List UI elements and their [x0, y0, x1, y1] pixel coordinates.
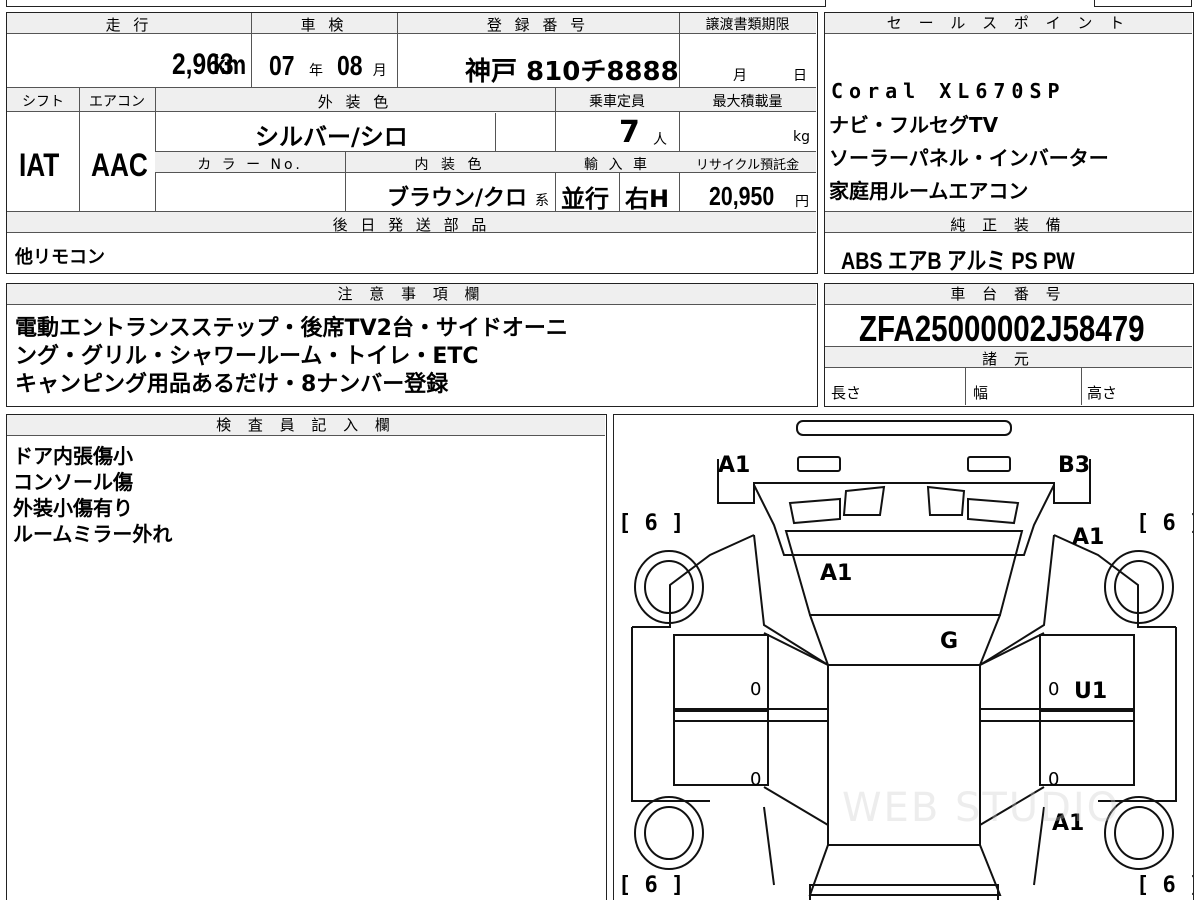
- sales-point-line: ソーラーパネル・インバーター: [829, 146, 1109, 170]
- interior-color-value: ブラウン/クロ: [387, 186, 528, 211]
- notes-line: 電動エントランスステップ・後席TV2台・サイドオーニ: [15, 316, 568, 341]
- capacity-label: 乗車定員: [589, 94, 645, 110]
- registration-number: 神戸 810チ8888: [465, 57, 679, 87]
- shift-value: IAT: [19, 147, 60, 183]
- mark-windshield: A1: [820, 561, 853, 586]
- import-label: 輸 入 車: [584, 157, 650, 173]
- parts-value: 他リモコン: [15, 247, 105, 268]
- mark-right-door: U1: [1074, 679, 1108, 704]
- shift-label: シフト: [22, 94, 64, 110]
- transfer-deadline-label: 譲渡書類期限: [705, 17, 790, 33]
- vehicle-info-table: 走 行 車 検 登 録 番 号 譲渡書類期限 2,963 km 07 年 08 月 …: [6, 12, 818, 274]
- equipment-items: ABS エアB アルミ PS PW: [841, 248, 1075, 275]
- equipment-label: 純 正 装 備: [950, 216, 1067, 234]
- bracket-label-front-right: [ 6 ]: [1136, 511, 1193, 536]
- chassis-box: 車 台 番 号 ZFA25000002J58479 諸 元 長さ 幅 高さ: [824, 283, 1194, 407]
- transfer-day: 日: [793, 68, 807, 84]
- notes-line: キャンピング用品あるだけ・8ナンバー登録: [15, 372, 449, 397]
- recycle-label: リサイクル預託金: [695, 158, 800, 173]
- mark-roof: G: [940, 629, 959, 654]
- mark-left-rear-door: 0: [750, 769, 762, 790]
- top-cut-strip: [0, 0, 1200, 8]
- notes-label: 注 意 事 項 欄: [7, 284, 816, 305]
- shaken-date: 07 年 08 月: [269, 50, 387, 81]
- inspector-label: 検 査 員 記 入 欄: [7, 415, 605, 436]
- height-label: 高さ: [1087, 384, 1118, 402]
- exterior-color-value: シルバー/シロ: [255, 123, 408, 151]
- sales-point-line: ナビ・フルセグTV: [829, 113, 999, 137]
- sales-points-box: セ ー ル ス ポ イ ン ト Coral XL670SP ナビ・フルセグTV …: [824, 12, 1194, 275]
- length-label: 長さ: [831, 384, 862, 402]
- capacity-unit: 人: [653, 132, 667, 148]
- registration-label: 登 録 番 号: [486, 16, 590, 34]
- transfer-month: 月: [733, 68, 747, 84]
- notes-box: 注 意 事 項 欄 電動エントランスステップ・後席TV2台・サイドオーニ ング・…: [6, 283, 818, 407]
- notes-line: ング・グリル・シャワールーム・トイレ・ETC: [15, 344, 479, 369]
- color-no-label: カ ラ ー No.: [197, 157, 303, 173]
- recycle-fee: 20,950: [709, 181, 775, 211]
- watermark: WEB STUDIO: [842, 785, 1121, 831]
- specs-label: 諸 元: [982, 350, 1035, 368]
- mileage-label: 走 行: [105, 16, 153, 34]
- bracket-label-rear-right: [ 6 ]: [1136, 873, 1193, 898]
- capacity-value: 7: [619, 115, 640, 150]
- chassis-number: ZFA25000002J58479: [859, 308, 1145, 349]
- mark-right-front-fender: A1: [1072, 525, 1105, 550]
- shaken-label: 車 検: [300, 16, 348, 34]
- exterior-color-label: 外 装 色: [317, 93, 393, 111]
- inspector-line: ドア内張傷小: [13, 444, 133, 468]
- steering-side: 右H: [625, 185, 670, 213]
- inspector-line: コンソール傷: [13, 470, 133, 494]
- mark-right-front-door: 0: [1048, 679, 1060, 700]
- interior-color-label: 内 装 色: [414, 157, 486, 173]
- ac-value: AAC: [91, 147, 148, 183]
- inspector-line: ルームミラー外れ: [13, 522, 173, 546]
- interior-suffix: 系: [535, 193, 549, 209]
- bracket-label-front-left: [ 6 ]: [618, 511, 685, 536]
- inspector-box: 検 査 員 記 入 欄 ドア内張傷小 コンソール傷 外装小傷有り ルームミラー外…: [6, 414, 607, 900]
- mileage-unit: km: [213, 49, 247, 80]
- sales-point-line: Coral XL670SP: [831, 79, 1066, 103]
- ac-label: エアコン: [89, 94, 145, 110]
- width-label: 幅: [973, 384, 989, 402]
- mark-left-front-door: 0: [750, 679, 762, 700]
- import-type: 並行: [561, 185, 609, 213]
- max-load-label: 最大積載量: [712, 94, 783, 110]
- mark-front-left: A1: [718, 453, 751, 478]
- parts-label: 後 日 発 送 部 品: [332, 216, 491, 234]
- yen-unit: 円: [795, 194, 809, 210]
- sales-points-label: セ ー ル ス ポ イ ン ト: [825, 13, 1192, 34]
- sales-point-line: 家庭用ルームエアコン: [829, 179, 1029, 203]
- chassis-label: 車 台 番 号: [825, 284, 1192, 305]
- inspector-line: 外装小傷有り: [13, 496, 133, 520]
- mark-front-right: B3: [1058, 453, 1091, 478]
- vehicle-diagram-box: [ 6 ] [ 6 ] [ 6 ] [ 6 ] A1 B3 A1 A1 G U1…: [613, 414, 1194, 900]
- bracket-label-rear-left: [ 6 ]: [618, 873, 685, 898]
- load-unit: kg: [793, 129, 810, 145]
